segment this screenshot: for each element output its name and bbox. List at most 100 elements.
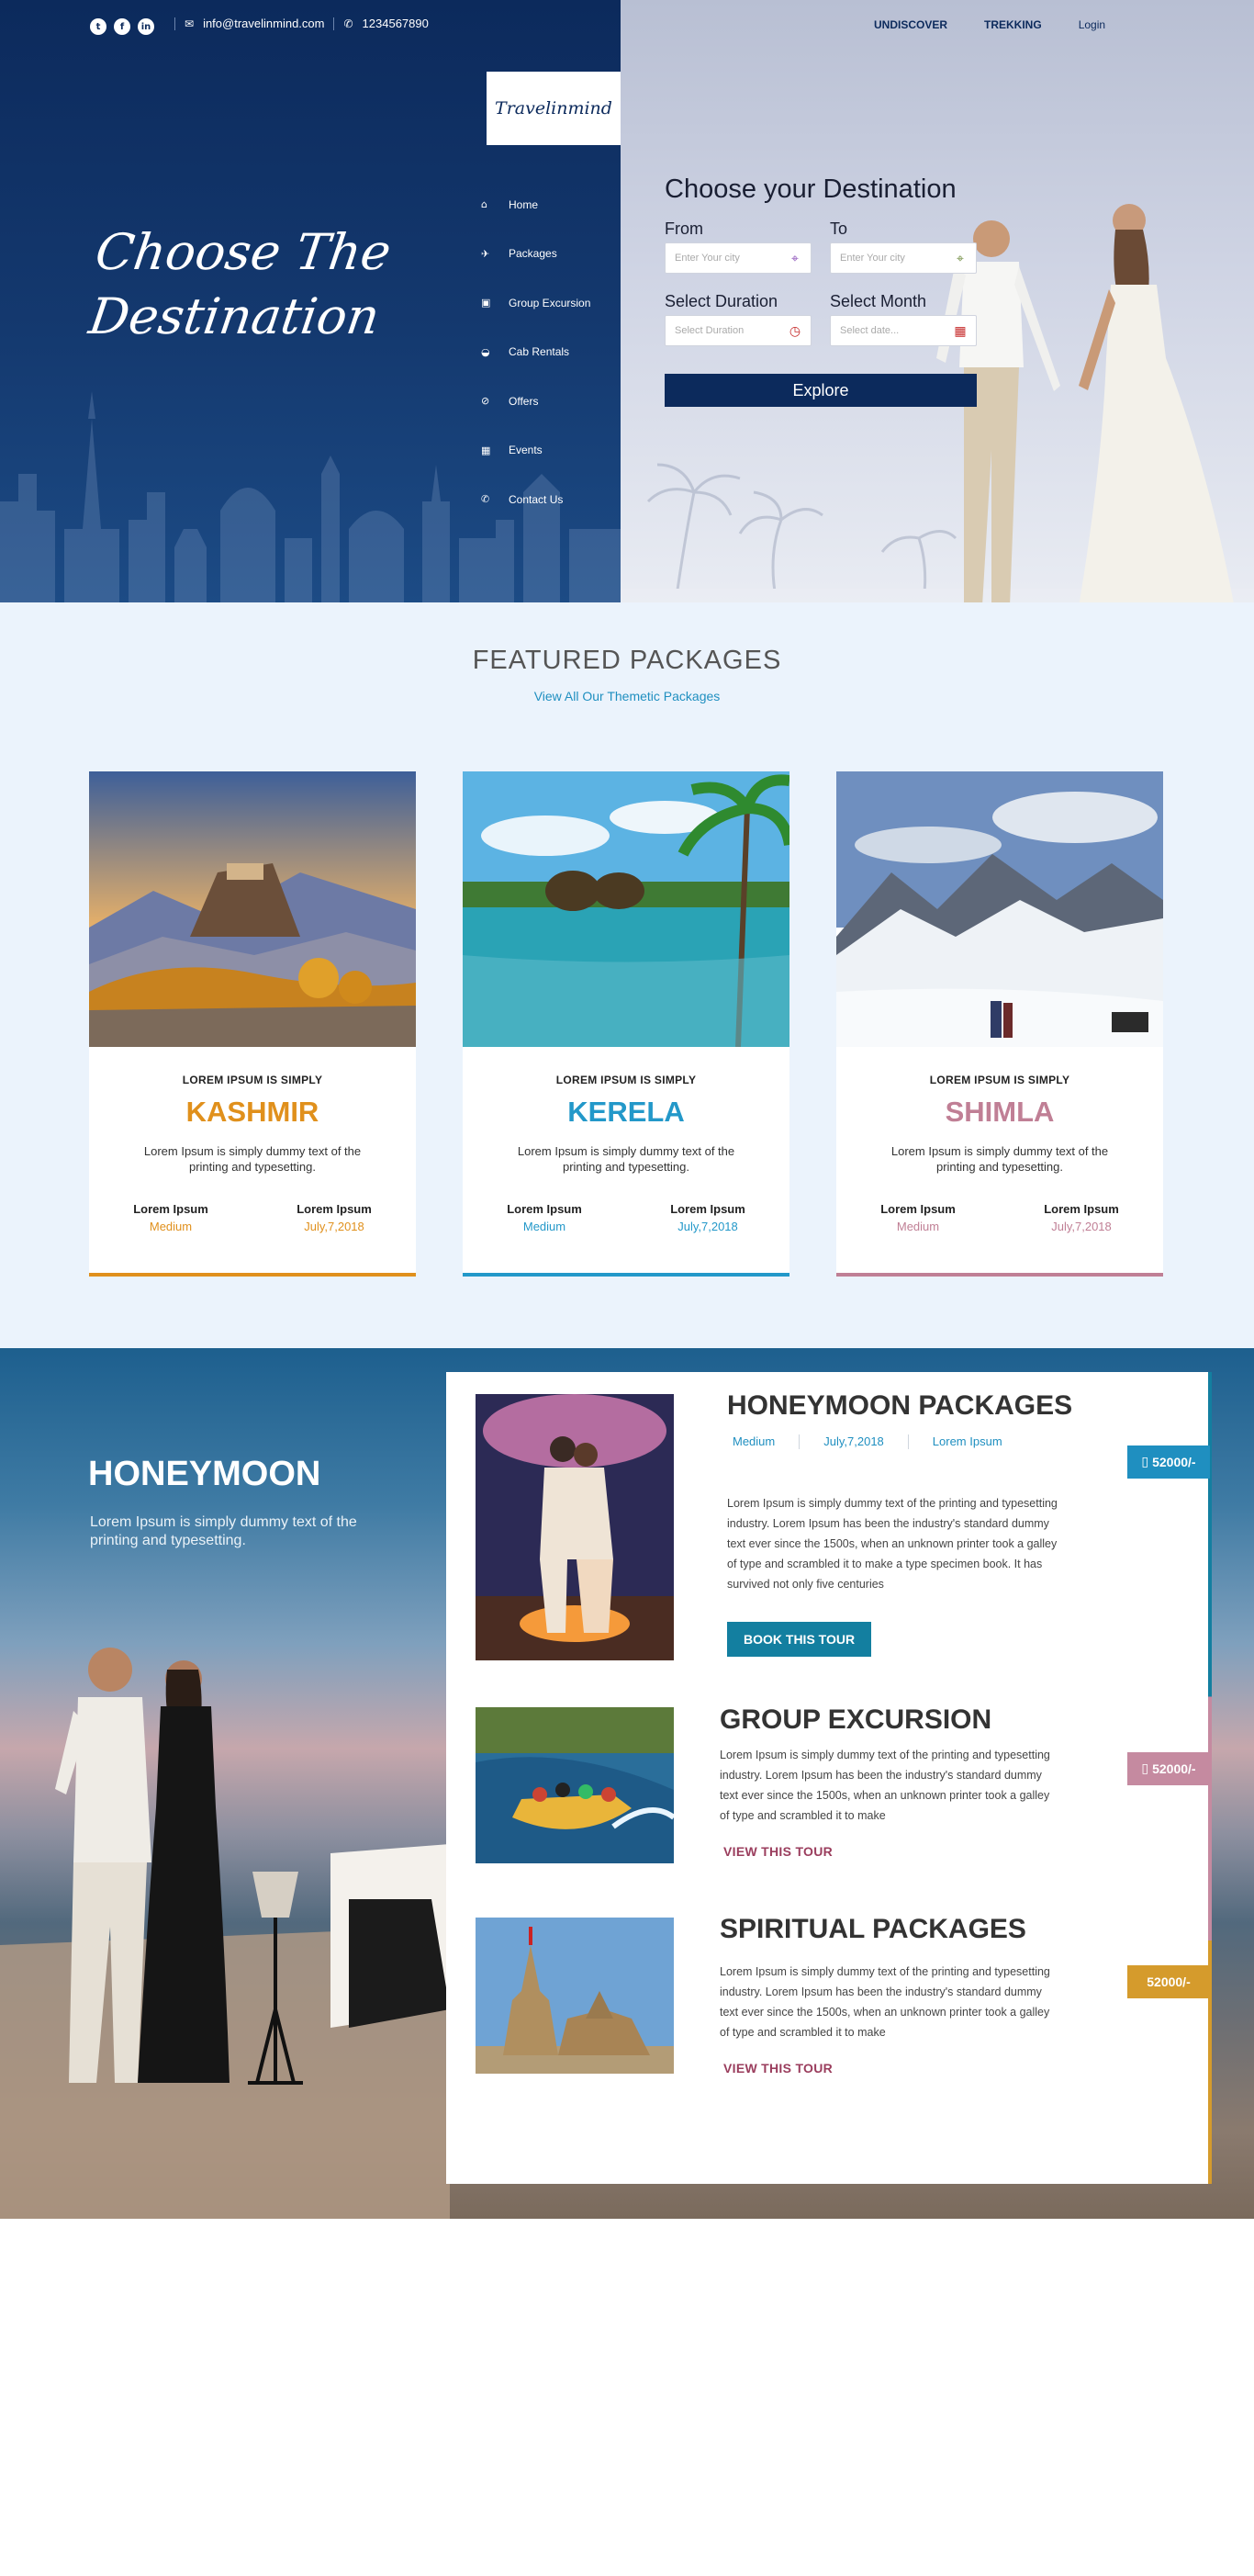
nav-item-cab-rentals[interactable]: ◒ Cab Rentals [481, 328, 590, 377]
view-tour-link[interactable]: VIEW THIS TOUR [723, 2061, 833, 2075]
location-pin-icon: ⌖ [791, 252, 799, 266]
phone-icon: ✆ [343, 17, 353, 30]
contact-info: ✉ info@travelinmind.com ✆ 1234567890 [174, 17, 429, 30]
meta-label: Lorem Ipsum [507, 1202, 582, 1216]
duration-select[interactable]: Select Duration ◷ [665, 315, 812, 346]
card-meta-date: Lorem Ipsum July,7,2018 [297, 1202, 372, 1233]
card-meta-date: Lorem Ipsum July,7,2018 [670, 1202, 745, 1233]
twitter-icon[interactable]: t [90, 18, 106, 35]
nav-label: Contact Us [509, 492, 564, 506]
duration-field-group: Select Duration Select Duration ◷ [665, 292, 812, 346]
hero-title-line2: Destination [85, 287, 384, 345]
duration-label: Select Duration [665, 292, 778, 310]
from-input[interactable]: Enter Your city ⌖ [665, 242, 812, 274]
card-name: SHIMLA [945, 1096, 1055, 1128]
book-tour-button[interactable]: BOOK THIS TOUR [727, 1622, 872, 1657]
meta-value: July,7,2018 [304, 1220, 364, 1233]
offer-icon: ⊘ [481, 395, 490, 408]
calendar-icon: ▦ [954, 324, 967, 339]
package-card-kerela[interactable]: LOREM IPSUM IS SIMPLY KERELA Lorem Ipsum… [463, 771, 795, 1277]
month-select[interactable]: Select date... ▦ [830, 315, 977, 346]
meta-label: Lorem Ipsum [297, 1202, 372, 1216]
phone-number[interactable]: 1234567890 [363, 17, 429, 30]
to-field-group: To Enter Your city ⌖ [830, 219, 977, 274]
logo-text: Travelinmind [495, 98, 612, 118]
card-meta: Lorem Ipsum Medium Lorem Ipsum July,7,2018 [836, 1202, 1163, 1233]
meta-value: July,7,2018 [1051, 1220, 1112, 1233]
card-meta-difficulty: Lorem Ipsum Medium [880, 1202, 956, 1233]
package-card-kashmir[interactable]: LOREM IPSUM IS SIMPLY KASHMIR Lorem Ipsu… [89, 771, 416, 1277]
card-description: Lorem Ipsum is simply dummy text of the … [517, 1144, 735, 1174]
meta-value: July,7,2018 [677, 1220, 738, 1233]
home-icon: ⌂ [481, 198, 487, 211]
price-tag: ▯ 52000/- [1127, 1445, 1210, 1479]
card-meta: Lorem Ipsum Medium Lorem Ipsum July,7,2018 [463, 1202, 789, 1233]
featured-title: FEATURED PACKAGES [472, 646, 782, 675]
spiritual-package-photo [476, 1918, 674, 2074]
linkedin-icon[interactable]: in [138, 18, 154, 35]
meta-label: Lorem Ipsum [880, 1202, 956, 1216]
package-meta: Medium July,7,2018 Lorem Ipsum [727, 1434, 1026, 1449]
to-placeholder: Enter Your city [840, 253, 905, 264]
phone-icon: ✆ [481, 493, 490, 506]
page: { "topbar": { "social_icons": ["twitter-… [0, 0, 1254, 2576]
mail-icon: ✉ [185, 17, 195, 30]
nav-item-events[interactable]: ▦ Events [481, 426, 590, 476]
package-card-shimla[interactable]: LOREM IPSUM IS SIMPLY SHIMLA Lorem Ipsum… [836, 771, 1163, 1277]
login-link[interactable]: Login [1079, 18, 1105, 31]
card-subtitle: LOREM IPSUM IS SIMPLY [555, 1074, 697, 1086]
honeymoon-package-photo [476, 1394, 674, 1660]
nav-undiscover[interactable]: UNDISCOVER [874, 18, 947, 31]
package-description: Lorem Ipsum is simply dummy text of the … [727, 1497, 1058, 1591]
meta-extra: Lorem Ipsum [932, 1434, 1002, 1448]
to-input[interactable]: Enter Your city ⌖ [830, 242, 977, 274]
nav-item-group-excursion[interactable]: ▣ Group Excursion [481, 278, 590, 328]
hero-right-panel: UNDISCOVER TREKKING Login Choose your De… [621, 0, 1254, 602]
card-accent-bar [836, 1273, 1163, 1277]
package-title: SPIRITUAL PACKAGES [720, 1914, 1026, 1944]
card-meta-difficulty: Lorem Ipsum Medium [507, 1202, 582, 1233]
meta-value: Medium [522, 1220, 566, 1233]
logo[interactable]: Travelinmind [487, 72, 621, 145]
nav-item-home[interactable]: ⌂ Home [481, 180, 590, 230]
nav-label: Events [509, 444, 543, 457]
location-pin-icon: ⌖ [957, 252, 964, 266]
divider [333, 17, 335, 30]
search-title: Choose your Destination [665, 174, 957, 204]
kashmir-photo [89, 771, 416, 1047]
nav-label: Offers [509, 394, 539, 408]
nav-item-contact-us[interactable]: ✆ Contact Us [481, 475, 590, 524]
nav-label: Home [509, 197, 539, 211]
price-value: 52000/- [1152, 1455, 1196, 1469]
card-description: Lorem Ipsum is simply dummy text of the … [143, 1144, 362, 1174]
honeymoon-title: HONEYMOON [88, 1455, 321, 1493]
nav-item-packages[interactable]: ✈ Packages [481, 230, 590, 279]
explore-button[interactable]: Explore [665, 374, 977, 407]
card-name: KASHMIR [185, 1096, 319, 1128]
card-subtitle: LOREM IPSUM IS SIMPLY [182, 1074, 323, 1086]
price-value: 52000/- [1152, 1761, 1196, 1776]
meta-label: Lorem Ipsum [670, 1202, 745, 1216]
nav-label: Cab Rentals [509, 345, 570, 359]
duration-placeholder: Select Duration [675, 325, 745, 336]
social-links: t f in [90, 18, 154, 35]
nav-label: Packages [509, 247, 557, 261]
divider [174, 17, 175, 30]
nav-trekking[interactable]: TREKKING [984, 18, 1042, 31]
kerela-photo [463, 771, 795, 1048]
package-title: GROUP EXCURSION [720, 1704, 992, 1735]
meta-date: July,7,2018 [823, 1434, 884, 1448]
view-all-packages-link[interactable]: View All Our Themetic Packages [0, 689, 1254, 703]
card-meta-difficulty: Lorem Ipsum Medium [133, 1202, 208, 1233]
card-subtitle: LOREM IPSUM IS SIMPLY [929, 1074, 1070, 1086]
email-link[interactable]: info@travelinmind.com [203, 17, 324, 30]
card-meta: Lorem Ipsum Medium Lorem Ipsum July,7,2018 [89, 1202, 416, 1233]
package-description: Lorem Ipsum is simply dummy text of the … [720, 1749, 1050, 1822]
destination-search-form: Choose your Destination From Enter Your … [665, 174, 977, 407]
hero-section: t f in ✉ info@travelinmind.com ✆ 1234567… [0, 0, 1254, 602]
facebook-icon[interactable]: f [114, 18, 130, 35]
nav-item-offers[interactable]: ⊘ Offers [481, 377, 590, 426]
featured-packages-section: FEATURED PACKAGES View All Our Themetic … [0, 602, 1254, 1348]
honeymoon-section: HONEYMOON Lorem Ipsum is simply dummy te… [0, 1348, 1254, 2219]
view-tour-link[interactable]: VIEW THIS TOUR [723, 1844, 833, 1859]
